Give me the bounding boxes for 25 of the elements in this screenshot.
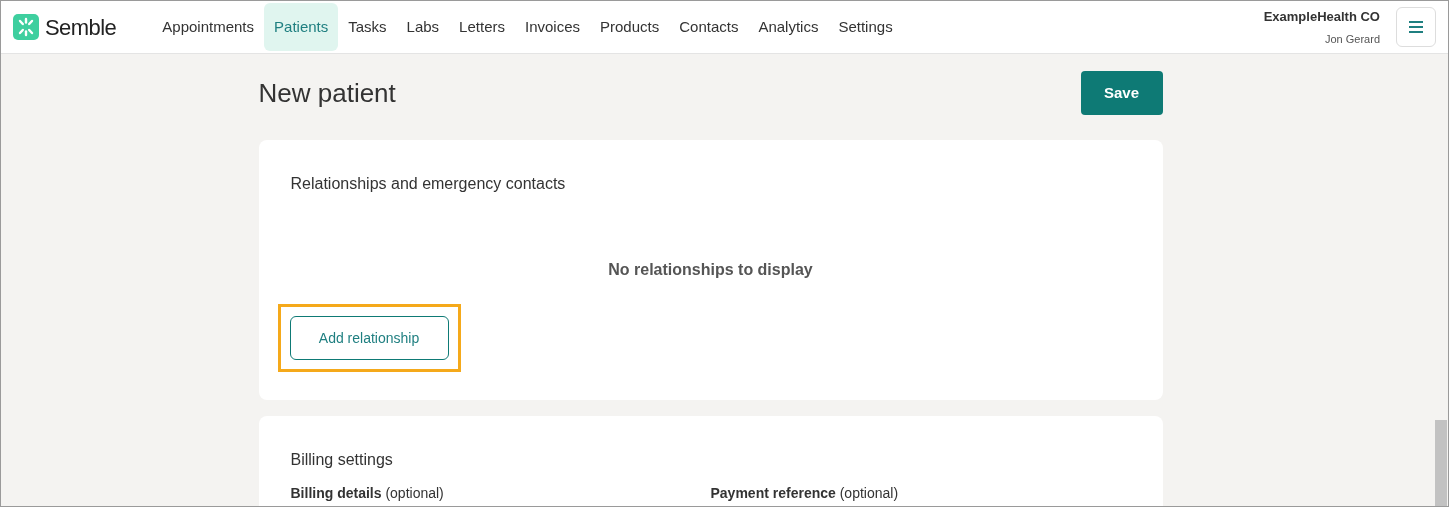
- organisation-name: ExampleHealth CO: [1263, 8, 1380, 26]
- nav-tab[interactable]: Patients: [264, 3, 339, 51]
- nav-tab[interactable]: Analytics: [748, 3, 829, 51]
- nav-tab[interactable]: Products: [590, 3, 670, 51]
- nav-tab[interactable]: Letters: [449, 3, 515, 51]
- nav-tab[interactable]: Labs: [396, 3, 450, 51]
- field-label: Payment reference (optional): [710, 486, 900, 500]
- add-relationship-button[interactable]: Add relationship: [289, 316, 449, 360]
- nav-tab[interactable]: Contacts: [669, 3, 749, 51]
- section-title: Relationships and emergency contacts: [290, 174, 567, 194]
- menu-button[interactable]: [1396, 7, 1436, 47]
- scrollbar-thumb[interactable]: [1435, 420, 1447, 506]
- menu-icon: [1409, 21, 1423, 33]
- nav-tab[interactable]: Invoices: [514, 3, 590, 51]
- user-name: Jon Gerard: [1324, 31, 1380, 47]
- nav-tab[interactable]: Settings: [828, 3, 903, 51]
- save-button[interactable]: Save: [1080, 71, 1163, 115]
- page-title: New patient: [258, 76, 396, 110]
- field-label: Billing details (optional): [290, 486, 445, 500]
- nav-tab[interactable]: Tasks: [338, 3, 397, 51]
- section-title: Billing settings: [290, 450, 394, 470]
- nav-tab[interactable]: Appointments: [152, 3, 265, 51]
- empty-message: No relationships to display: [607, 260, 814, 280]
- logo-icon: [13, 14, 39, 40]
- logo-wordmark: Semble: [45, 13, 117, 42]
